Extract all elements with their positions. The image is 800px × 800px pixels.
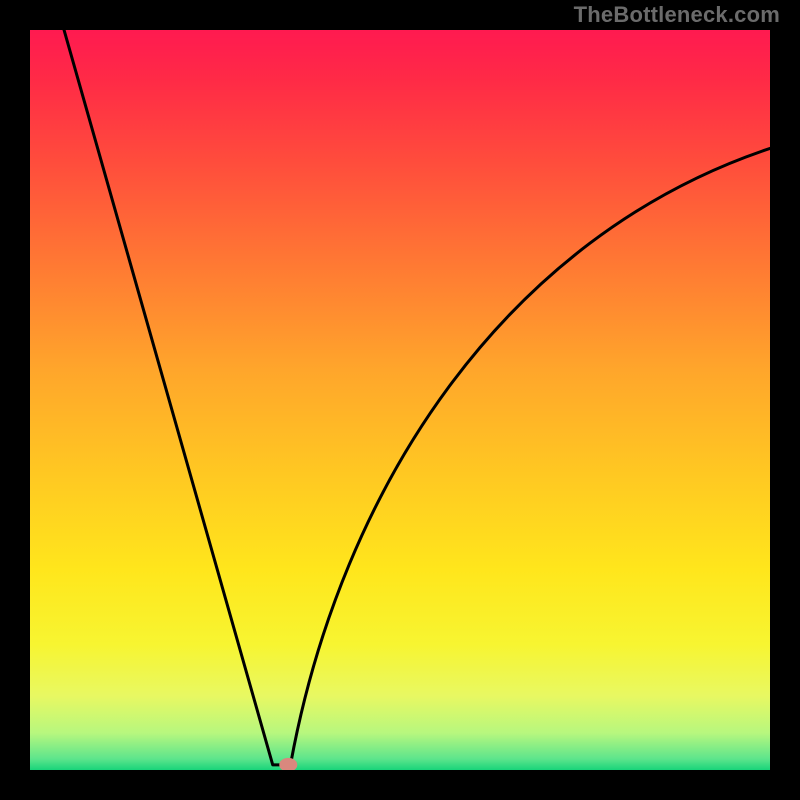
bottleneck-curve xyxy=(30,30,770,770)
optimal-point-marker xyxy=(279,758,297,770)
chart-frame: TheBottleneck.com xyxy=(0,0,800,800)
plot-area xyxy=(30,30,770,770)
watermark-text: TheBottleneck.com xyxy=(574,2,780,28)
